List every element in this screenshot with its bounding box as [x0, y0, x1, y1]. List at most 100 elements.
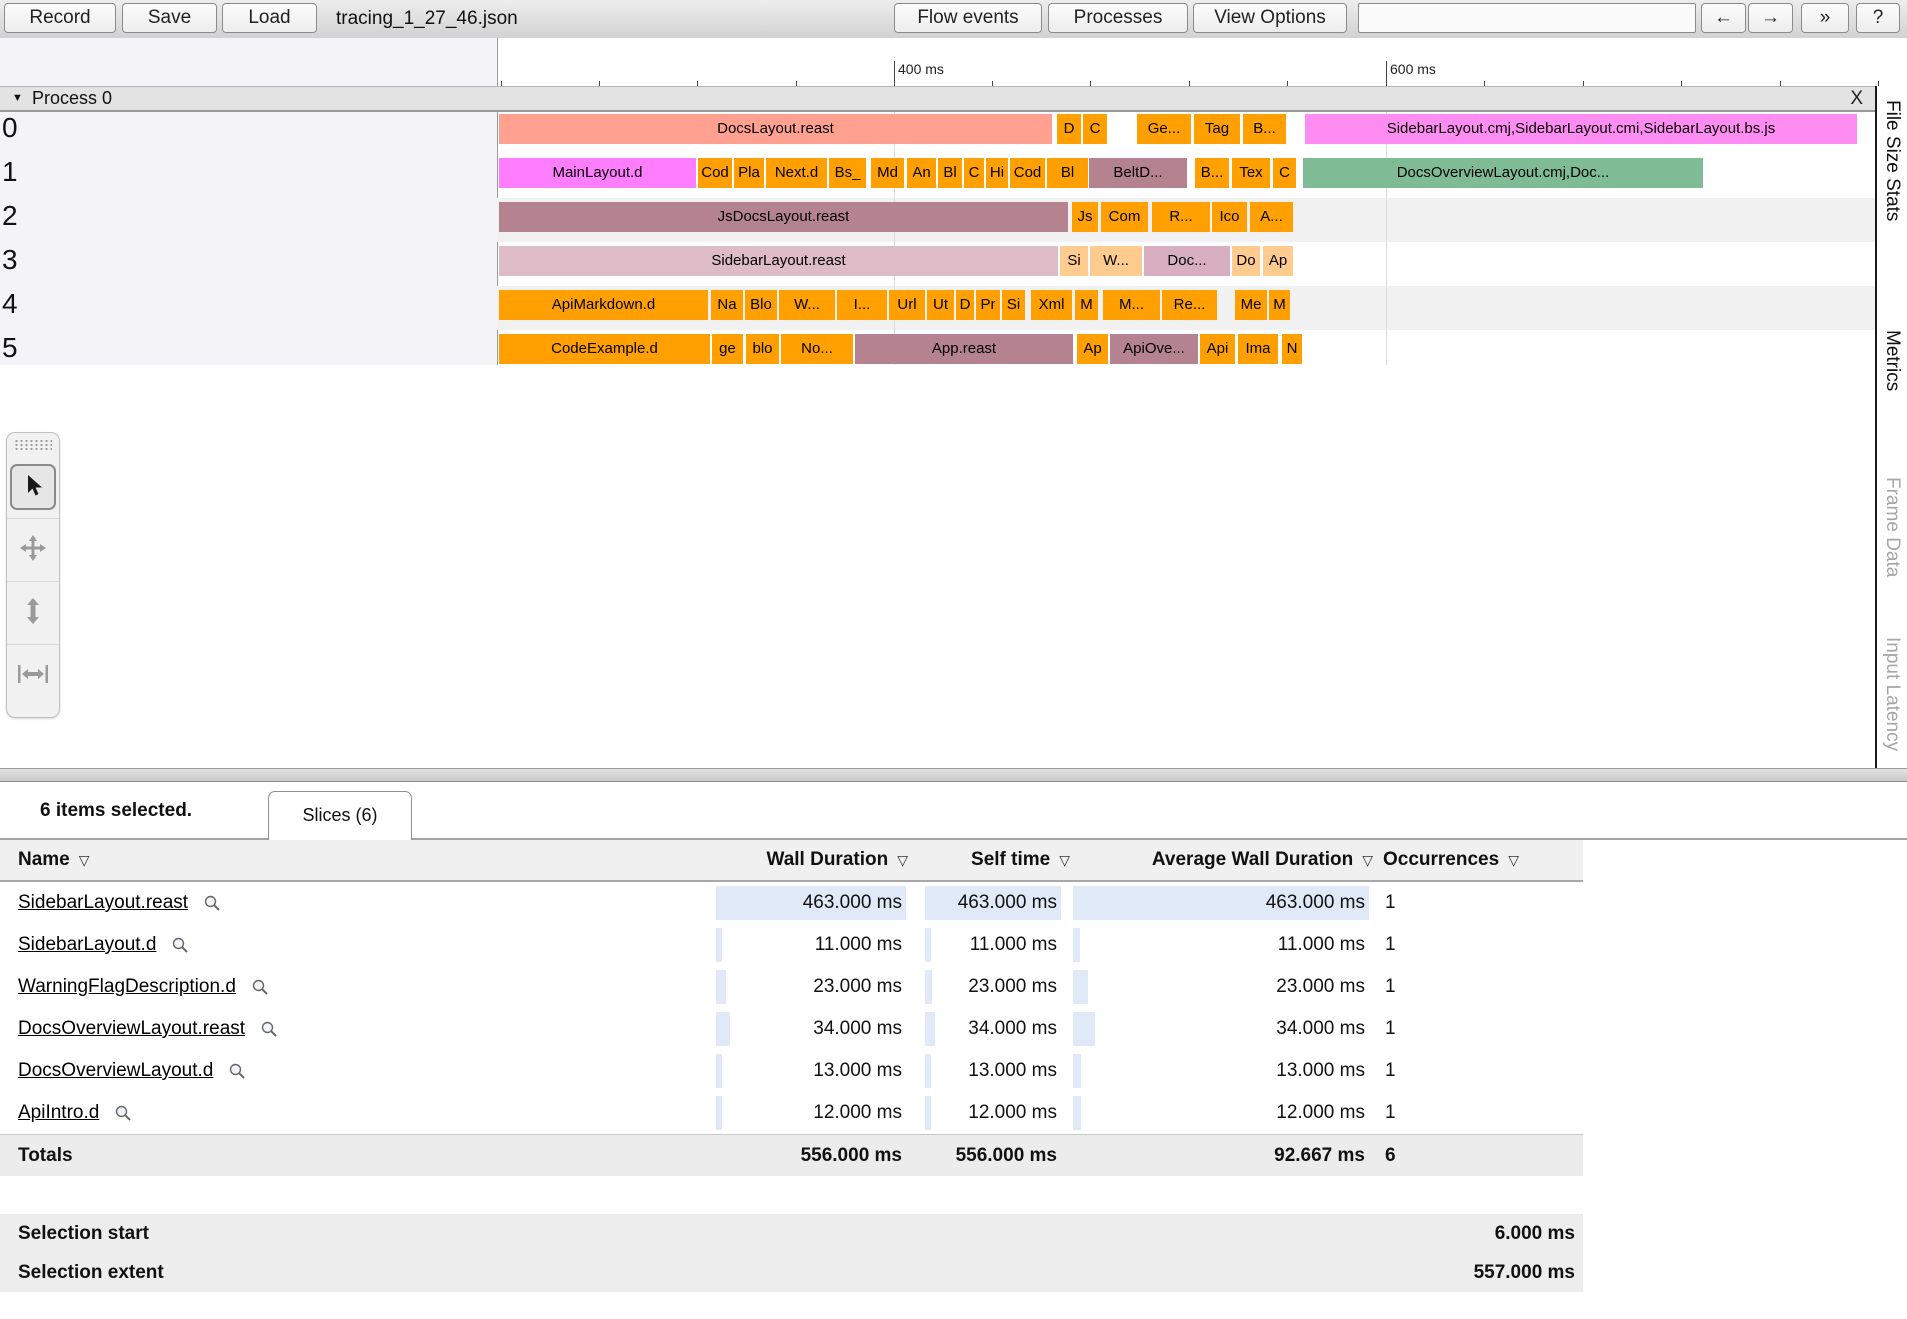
selection-tool-button[interactable] — [7, 456, 59, 518]
flame-slice[interactable]: Url — [889, 290, 925, 320]
flame-slice[interactable]: Bs_ — [829, 158, 866, 188]
column-header-self-time[interactable]: Self time ▽ — [915, 840, 1070, 880]
flame-slice[interactable]: Js — [1072, 202, 1098, 232]
column-header-average-wall-duration[interactable]: Average Wall Duration ▽ — [1090, 840, 1373, 880]
flame-slice[interactable]: Na — [711, 290, 743, 320]
flame-slice[interactable]: MainLayout.d — [499, 158, 696, 188]
flame-slice[interactable]: Ge... — [1137, 114, 1191, 144]
column-header-name[interactable]: Name ▽ — [18, 840, 90, 880]
record-button[interactable]: Record — [4, 3, 116, 33]
flame-slice[interactable]: Ico — [1212, 202, 1247, 232]
more-options-button[interactable]: » — [1801, 3, 1849, 33]
flame-slice[interactable]: ApiOve... — [1110, 334, 1198, 364]
slice-name-link[interactable]: DocsOverviewLayout.d — [18, 1060, 213, 1082]
view-options-button[interactable]: View Options — [1193, 3, 1347, 33]
magnifier-icon[interactable] — [203, 894, 221, 912]
column-header-wall-duration[interactable]: Wall Duration ▽ — [700, 840, 908, 880]
timing-tool-button[interactable] — [7, 644, 59, 707]
flame-slice[interactable]: Doc... — [1144, 246, 1230, 276]
flame-slice[interactable]: Xml — [1031, 290, 1072, 320]
collapse-arrow-icon[interactable]: ▼ — [12, 87, 23, 110]
flame-slice[interactable]: Api — [1200, 334, 1235, 364]
flame-slice[interactable]: Ima — [1238, 334, 1278, 364]
side-tab-metrics[interactable]: Metrics — [1881, 330, 1903, 391]
magnifier-icon[interactable] — [260, 1020, 278, 1038]
flame-slice[interactable]: M — [1269, 290, 1290, 320]
flame-slice[interactable]: M — [1075, 290, 1098, 320]
column-header-occurrences[interactable]: Occurrences ▽ — [1383, 840, 1519, 880]
flame-slice[interactable]: Ut — [927, 290, 954, 320]
tab-slices[interactable]: Slices (6) — [268, 791, 412, 840]
slice-name-link[interactable]: DocsOverviewLayout.reast — [18, 1018, 245, 1040]
magnifier-icon[interactable] — [171, 936, 189, 954]
flame-slice[interactable]: M... — [1103, 290, 1160, 320]
flame-slice[interactable]: An — [907, 158, 936, 188]
flame-slice[interactable]: C — [964, 158, 984, 188]
flame-slice[interactable]: Cod — [1010, 158, 1045, 188]
side-tab-file-size-stats[interactable]: File Size Stats — [1881, 100, 1903, 221]
magnifier-icon[interactable] — [228, 1062, 246, 1080]
flame-slice[interactable]: D — [1057, 114, 1081, 144]
flame-slice[interactable]: Next.d — [766, 158, 827, 188]
process-header[interactable]: ▼ Process 0 X — [0, 86, 1875, 112]
flame-slice[interactable]: Com — [1101, 202, 1148, 232]
flame-slice[interactable]: Tex — [1232, 158, 1270, 188]
flame-slice[interactable]: Do — [1232, 246, 1260, 276]
magnifier-icon[interactable] — [251, 978, 269, 996]
flame-slice[interactable]: ge — [712, 334, 743, 364]
flame-slice[interactable]: SidebarLayout.cmj,SidebarLayout.cmi,Side… — [1305, 114, 1857, 144]
flame-slice[interactable]: B... — [1195, 158, 1229, 188]
flame-slice[interactable]: D — [956, 290, 974, 320]
processes-button[interactable]: Processes — [1048, 3, 1188, 33]
palette-drag-handle[interactable] — [14, 439, 52, 452]
flame-slice[interactable]: Tag — [1194, 114, 1240, 144]
flame-slice[interactable]: Si — [1060, 246, 1088, 276]
pan-tool-button[interactable] — [7, 518, 59, 581]
flame-slice[interactable]: SidebarLayout.reast — [499, 246, 1058, 276]
flame-slice[interactable]: Me — [1235, 290, 1267, 320]
magnifier-icon[interactable] — [114, 1104, 132, 1122]
zoom-tool-button[interactable] — [7, 581, 59, 644]
flame-slice[interactable]: Pr — [976, 290, 1000, 320]
slice-name-link[interactable]: WarningFlagDescription.d — [18, 976, 236, 998]
side-tab-input-latency[interactable]: Input Latency — [1881, 637, 1903, 751]
flame-slice[interactable]: Hi — [986, 158, 1008, 188]
flow-events-button[interactable]: Flow events — [894, 3, 1042, 33]
flame-slice[interactable]: DocsOverviewLayout.cmj,Doc... — [1303, 158, 1703, 188]
load-button[interactable]: Load — [222, 3, 317, 33]
slice-name-link[interactable]: ApiIntro.d — [18, 1102, 99, 1124]
slice-name-link[interactable]: SidebarLayout.reast — [18, 892, 188, 914]
flame-slice[interactable]: N — [1282, 334, 1302, 364]
slice-name-link[interactable]: SidebarLayout.d — [18, 934, 156, 956]
flame-slice[interactable]: Ap — [1077, 334, 1108, 364]
flame-slice[interactable]: DocsLayout.reast — [499, 114, 1052, 144]
help-button[interactable]: ? — [1856, 3, 1900, 33]
flame-slice[interactable]: Pla — [734, 158, 764, 188]
flame-slice[interactable]: C — [1273, 158, 1296, 188]
flame-slice[interactable]: ApiMarkdown.d — [499, 290, 708, 320]
close-process-button[interactable]: X — [1850, 87, 1863, 110]
flame-slice[interactable]: App.reast — [855, 334, 1073, 364]
side-tab-frame-data[interactable]: Frame Data — [1881, 477, 1903, 577]
panel-splitter[interactable] — [0, 768, 1907, 782]
flame-slice[interactable]: Si — [1002, 290, 1025, 320]
flame-slice[interactable]: B... — [1243, 114, 1286, 144]
flame-slice[interactable]: blo — [746, 334, 779, 364]
flame-slice[interactable]: W... — [779, 290, 835, 320]
flame-slice[interactable]: Bl — [1047, 158, 1088, 188]
flame-slice[interactable]: BeltD... — [1089, 158, 1187, 188]
flame-slice[interactable]: JsDocsLayout.reast — [499, 202, 1068, 232]
flame-slice[interactable]: CodeExample.d — [499, 334, 710, 364]
flame-slice[interactable]: R... — [1152, 202, 1210, 232]
flame-slice[interactable]: Ap — [1263, 246, 1293, 276]
save-button[interactable]: Save — [122, 3, 217, 33]
flame-slice[interactable]: Md — [871, 158, 904, 188]
flame-slice[interactable]: W... — [1090, 246, 1142, 276]
flame-slice[interactable]: C — [1083, 114, 1107, 144]
flame-slice[interactable]: Bl — [938, 158, 962, 188]
flame-slice[interactable]: I... — [837, 290, 887, 320]
search-input[interactable] — [1358, 3, 1696, 33]
flame-slice[interactable]: Cod — [698, 158, 732, 188]
flame-slice[interactable]: Re... — [1162, 290, 1217, 320]
find-previous-button[interactable]: ← — [1701, 3, 1746, 33]
